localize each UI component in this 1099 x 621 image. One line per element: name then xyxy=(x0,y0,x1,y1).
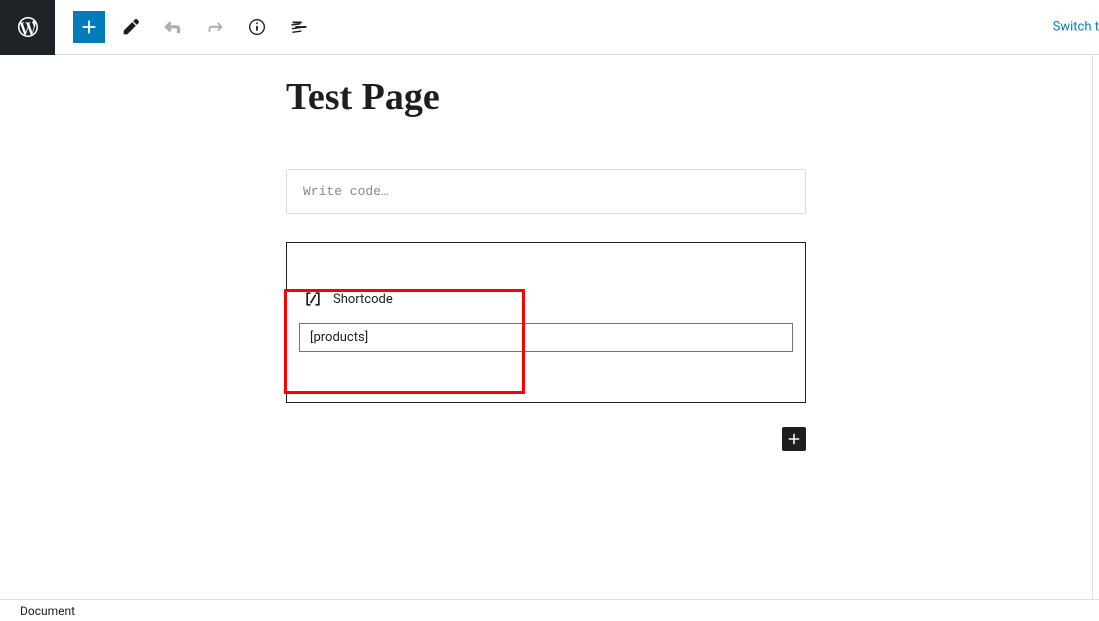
redo-button xyxy=(199,11,231,43)
page-title[interactable]: Test Page xyxy=(286,75,806,119)
info-button[interactable] xyxy=(241,11,273,43)
shortcode-header: Shortcode xyxy=(299,289,793,309)
shortcode-icon xyxy=(303,289,323,309)
info-icon xyxy=(246,16,268,38)
code-block[interactable]: Write code… xyxy=(286,169,806,214)
shortcode-block[interactable]: Shortcode xyxy=(286,242,806,403)
undo-button xyxy=(157,11,189,43)
editor-canvas: Test Page Write code… Shortcode xyxy=(0,55,1093,599)
undo-icon xyxy=(162,16,184,38)
switch-link[interactable]: Switch t xyxy=(1053,20,1099,35)
pencil-icon xyxy=(120,16,142,38)
edit-mode-button[interactable] xyxy=(115,11,147,43)
footer-breadcrumb[interactable]: Document xyxy=(0,599,1099,621)
shortcode-label: Shortcode xyxy=(333,292,393,307)
shortcode-input[interactable] xyxy=(299,323,793,352)
plus-icon xyxy=(785,430,803,448)
top-toolbar: Switch t xyxy=(0,0,1099,55)
content-column: Test Page Write code… Shortcode xyxy=(286,75,806,451)
plus-icon xyxy=(78,16,100,38)
toolbar-button-group xyxy=(73,11,315,43)
block-inserter-button[interactable] xyxy=(782,427,806,451)
wordpress-icon xyxy=(16,15,40,39)
breadcrumb-document: Document xyxy=(20,604,75,618)
add-block-button[interactable] xyxy=(73,11,105,43)
wordpress-logo[interactable] xyxy=(0,0,55,55)
editor-area: Test Page Write code… Shortcode xyxy=(0,55,1092,451)
redo-icon xyxy=(204,16,226,38)
list-icon xyxy=(288,16,310,38)
outline-button[interactable] xyxy=(283,11,315,43)
